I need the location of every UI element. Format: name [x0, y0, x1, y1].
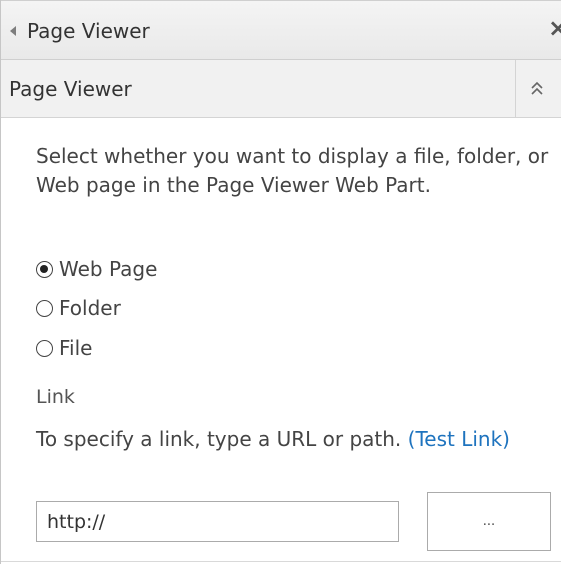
radio-web-page[interactable]: Web Page	[36, 254, 157, 284]
radio-label: File	[59, 336, 93, 360]
triangle-left-icon[interactable]	[10, 26, 16, 36]
section-title: Page Viewer	[9, 77, 132, 101]
radio-folder[interactable]: Folder	[36, 293, 121, 323]
radio-button[interactable]	[36, 299, 53, 317]
link-heading: Link	[36, 386, 75, 408]
page-viewer-tool-pane: Page Viewer × Page Viewer Select whether…	[0, 0, 561, 564]
radio-file[interactable]: File	[36, 333, 92, 363]
link-help-label: To specify a link, type a URL or path.	[36, 427, 402, 451]
close-icon[interactable]: ×	[548, 16, 561, 40]
header-divider	[515, 60, 516, 117]
tool-pane-title: Page Viewer	[27, 19, 150, 43]
radio-button[interactable]	[36, 260, 53, 278]
section-description: Select whether you want to display a fil…	[36, 144, 549, 197]
radio-label: Web Page	[59, 257, 158, 281]
url-input[interactable]	[36, 501, 399, 542]
test-link[interactable]: (Test Link)	[408, 427, 510, 451]
tool-pane-title-bar: Page Viewer ×	[1, 0, 561, 60]
chevron-double-up-icon[interactable]	[530, 79, 544, 99]
section-header-page-viewer[interactable]: Page Viewer	[1, 60, 561, 118]
radio-button[interactable]	[36, 339, 53, 357]
browse-button[interactable]: ...	[427, 492, 551, 551]
radio-label: Folder	[59, 296, 121, 320]
link-help-text: To specify a link, type a URL or path. (…	[36, 425, 516, 454]
bottom-divider	[1, 561, 561, 562]
